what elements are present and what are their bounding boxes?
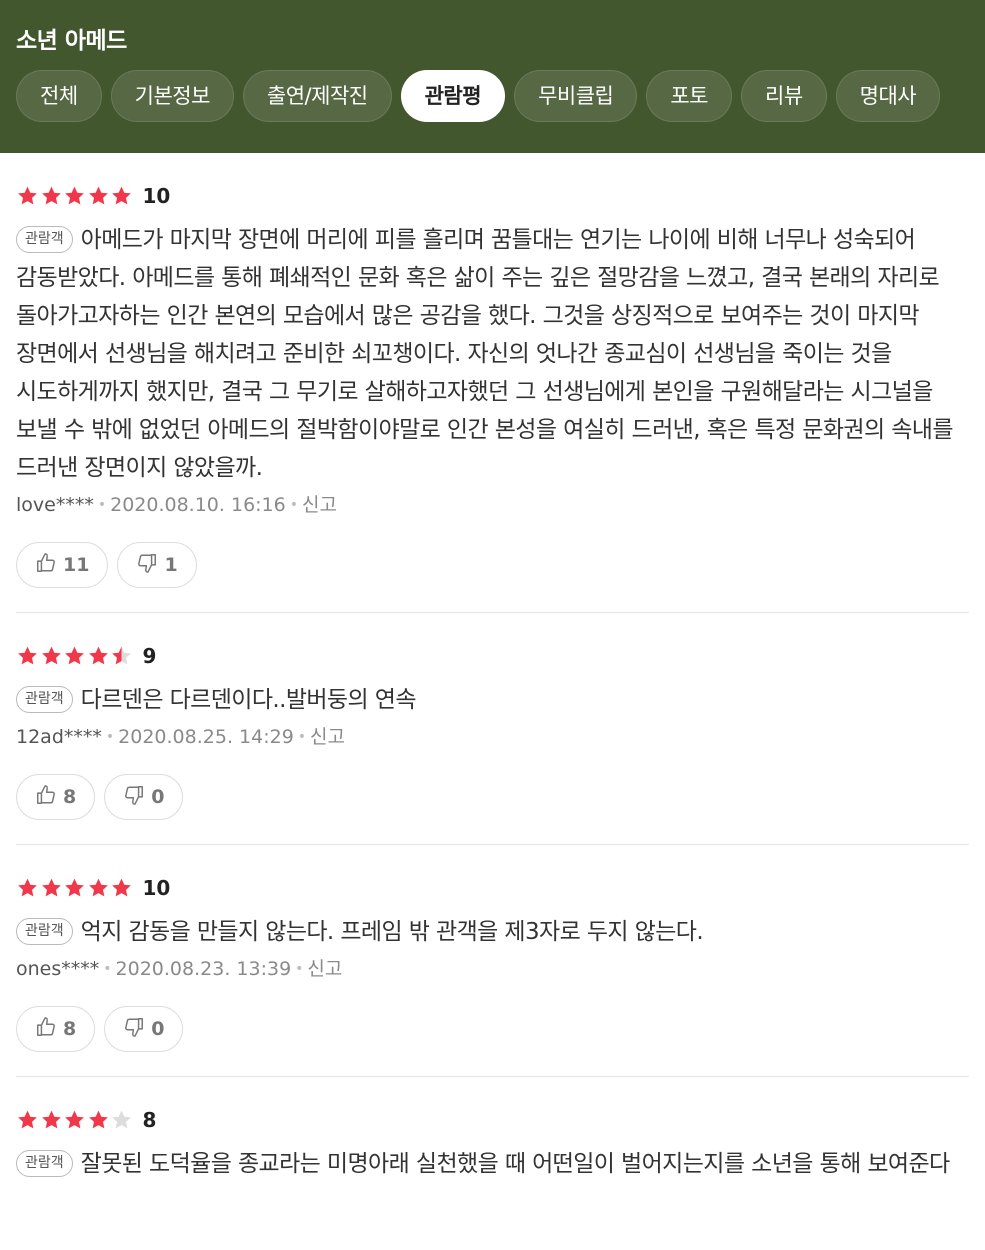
vote-actions: 8 0 (16, 774, 969, 844)
dislike-button[interactable]: 0 (104, 1006, 184, 1052)
review-author: love**** (16, 494, 94, 516)
review-item: 10 관람객 억지 감동을 만들지 않는다. 프레임 밖 관객을 제3자로 두지 … (16, 845, 969, 1077)
vote-actions: 8 0 (16, 1006, 969, 1076)
review-meta: ones**** • 2020.08.23. 13:39 • 신고 (16, 954, 969, 984)
movie-title: 소년 아메드 (16, 28, 127, 54)
rating-score: 9 (142, 644, 157, 668)
star-rating (16, 185, 134, 207)
separator-dot: • (289, 497, 298, 513)
like-button[interactable]: 11 (16, 542, 109, 588)
review-author: ones**** (16, 958, 100, 980)
star-icon (65, 878, 84, 897)
review-list: 10 관람객 아메드가 마지막 장면에 머리에 피를 흘리며 꿈틀대는 연기는 나… (0, 153, 985, 1183)
star-icon (112, 878, 131, 897)
viewer-badge: 관람객 (16, 686, 73, 713)
tab-reviews[interactable]: 리뷰 (741, 70, 827, 122)
thumbs-up-icon (35, 552, 57, 579)
like-count: 11 (63, 554, 90, 576)
star-icon (18, 646, 37, 665)
review-item: 10 관람객 아메드가 마지막 장면에 머리에 피를 흘리며 꿈틀대는 연기는 나… (16, 153, 969, 613)
report-link[interactable]: 신고 (307, 958, 342, 980)
thumbs-down-icon (123, 784, 145, 811)
star-icon (41, 186, 61, 205)
like-count: 8 (63, 786, 77, 808)
star-icon (88, 186, 108, 205)
movie-header: 소년 아메드 전체 기본정보 출연/제작진 관람평 무비클립 포토 리뷰 명대사 (0, 0, 985, 153)
tab-ratings[interactable]: 관람평 (400, 70, 506, 122)
review-body: 관람객 다르덴은 다르덴이다..발버둥의 연속 (16, 681, 969, 719)
review-body: 관람객 억지 감동을 만들지 않는다. 프레임 밖 관객을 제3자로 두지 않는다… (16, 913, 969, 951)
star-icon (112, 186, 131, 205)
review-body: 관람객 아메드가 마지막 장면에 머리에 피를 흘리며 꿈틀대는 연기는 나이에 … (16, 221, 969, 487)
thumbs-up-icon (35, 1016, 57, 1043)
tab-quotes[interactable]: 명대사 (835, 70, 941, 122)
tab-cast-crew[interactable]: 출연/제작진 (242, 70, 392, 122)
review-body: 관람객 잘못된 도덕율을 종교라는 미명아래 실천했을 때 어떤일이 벌어지는지를… (16, 1145, 969, 1183)
vote-actions: 11 1 (16, 542, 969, 612)
viewer-badge: 관람객 (16, 1150, 73, 1177)
rating-score: 8 (142, 1108, 157, 1132)
separator-dot: • (295, 961, 304, 977)
star-icon (112, 646, 131, 665)
star-rating (16, 1109, 134, 1131)
dislike-button[interactable]: 0 (104, 774, 184, 820)
viewer-badge: 관람객 (16, 918, 73, 945)
tab-movie-clips[interactable]: 무비클립 (514, 70, 638, 122)
star-icon (88, 646, 108, 665)
rating-row: 9 (16, 643, 969, 669)
star-icon (65, 1110, 84, 1129)
viewer-badge: 관람객 (16, 226, 73, 253)
tab-basic-info[interactable]: 기본정보 (110, 70, 234, 122)
review-text: 다르덴은 다르덴이다..발버둥의 연속 (80, 687, 417, 713)
review-text: 잘못된 도덕율을 종교라는 미명아래 실천했을 때 어떤일이 벌어지는지를 소년… (80, 1151, 951, 1177)
star-icon (65, 186, 84, 205)
dislike-count: 0 (151, 1018, 165, 1040)
like-button[interactable]: 8 (16, 1006, 96, 1052)
separator-dot: • (103, 961, 112, 977)
review-text: 아메드가 마지막 장면에 머리에 피를 흘리며 꿈틀대는 연기는 나이에 비해 … (16, 227, 954, 481)
separator-dot: • (105, 729, 115, 745)
review-text: 억지 감동을 만들지 않는다. 프레임 밖 관객을 제3자로 두지 않는다. (80, 919, 704, 945)
rating-row: 8 (16, 1107, 969, 1133)
tab-bar: 전체 기본정보 출연/제작진 관람평 무비클립 포토 리뷰 명대사 (16, 70, 985, 122)
star-rating (16, 645, 134, 667)
report-link[interactable]: 신고 (302, 494, 337, 516)
like-count: 8 (63, 1018, 77, 1040)
tab-photos[interactable]: 포토 (646, 70, 732, 122)
star-icon (18, 878, 37, 897)
like-button[interactable]: 8 (16, 774, 96, 820)
star-icon (88, 1110, 108, 1129)
star-icon (18, 1110, 37, 1129)
star-icon (65, 646, 84, 665)
separator-dot: • (297, 729, 307, 745)
review-item: 9 관람객 다르덴은 다르덴이다..발버둥의 연속 12ad**** • 2020.0… (16, 613, 969, 845)
report-link[interactable]: 신고 (310, 726, 345, 748)
thumbs-down-icon (136, 552, 158, 579)
review-meta: love**** • 2020.08.10. 16:16 • 신고 (16, 490, 969, 520)
star-icon (18, 186, 37, 205)
review-date: 2020.08.25. 14:29 (118, 726, 294, 748)
rating-row: 10 (16, 875, 969, 901)
review-item: 8 관람객 잘못된 도덕율을 종교라는 미명아래 실천했을 때 어떤일이 벌어지는… (16, 1077, 969, 1183)
separator-dot: • (97, 497, 107, 513)
star-icon (41, 646, 61, 665)
tab-all[interactable]: 전체 (16, 70, 102, 122)
review-date: 2020.08.10. 16:16 (110, 494, 286, 516)
star-icon (41, 1110, 61, 1129)
rating-row: 10 (16, 183, 969, 209)
star-icon (88, 878, 108, 897)
rating-score: 10 (142, 184, 171, 208)
thumbs-up-icon (35, 784, 57, 811)
review-date: 2020.08.23. 13:39 (115, 958, 292, 980)
star-icon (41, 878, 61, 897)
rating-score: 10 (142, 876, 171, 900)
review-author: 12ad**** (16, 726, 102, 748)
review-meta: 12ad**** • 2020.08.25. 14:29 • 신고 (16, 722, 969, 752)
star-rating (16, 877, 134, 899)
thumbs-down-icon (123, 1016, 145, 1043)
dislike-count: 0 (151, 786, 165, 808)
dislike-button[interactable]: 1 (117, 542, 197, 588)
dislike-count: 1 (164, 554, 178, 576)
star-icon (112, 1110, 131, 1129)
